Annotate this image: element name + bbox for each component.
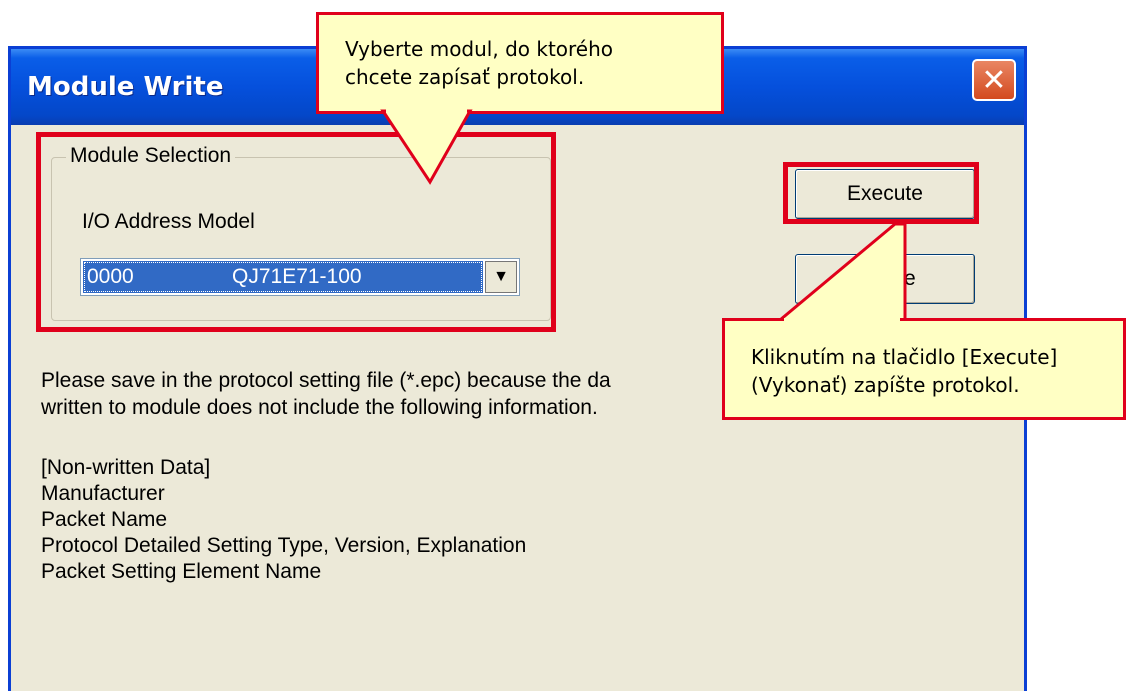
list-item: Protocol Detailed Setting Type, Version,…	[41, 534, 527, 557]
module-select-callout: Vyberte modul, do ktorého chcete zapísať…	[316, 12, 724, 114]
close-icon: ✕	[981, 62, 1007, 98]
chevron-down-icon: ▼	[493, 268, 509, 285]
module-selection-group: Module Selection I/O Address Model 0000 …	[51, 144, 551, 321]
execute-callout: Kliknutím na tlačidlo [Execute] (Vykonať…	[722, 318, 1126, 420]
non-written-header: [Non-written Data]	[41, 456, 211, 479]
selected-io-address: 0000	[87, 265, 134, 288]
callout-top-line-2: chcete zapísať protokol.	[345, 65, 585, 89]
io-address-model-label: I/O Address Model	[82, 210, 255, 233]
callout-top-line-1: Vyberte modul, do ktorého	[345, 37, 614, 61]
message-line-1: Please save in the protocol setting file…	[41, 369, 611, 392]
list-item: Packet Name	[41, 508, 168, 531]
close-window-button[interactable]: ✕	[972, 59, 1016, 101]
window-title: Module Write	[27, 72, 224, 102]
callout-right-line-2: (Vykonať) zapíšte protokol.	[751, 373, 1020, 397]
dropdown-button[interactable]: ▼	[485, 261, 517, 293]
module-selection-legend: Module Selection	[66, 144, 236, 168]
execute-button[interactable]: Execute	[795, 169, 975, 219]
selected-module-value: 0000 QJ71E71-100	[83, 261, 483, 293]
non-written-data-list: [Non-written Data] Manufacturer Packet N…	[41, 455, 526, 585]
selected-module-model: QJ71E71-100	[232, 265, 362, 288]
close-button-label-partial: e	[904, 267, 916, 290]
save-instruction-message: Please save in the protocol setting file…	[41, 367, 781, 421]
callout-right-line-1: Kliknutím na tlačidlo [Execute]	[751, 345, 1058, 369]
module-select-dropdown[interactable]: 0000 QJ71E71-100 ▼	[80, 258, 520, 296]
list-item: Manufacturer	[41, 482, 165, 505]
list-item: Packet Setting Element Name	[41, 560, 322, 583]
close-button[interactable]: e	[795, 254, 975, 304]
message-line-2: written to module does not include the f…	[41, 396, 598, 419]
